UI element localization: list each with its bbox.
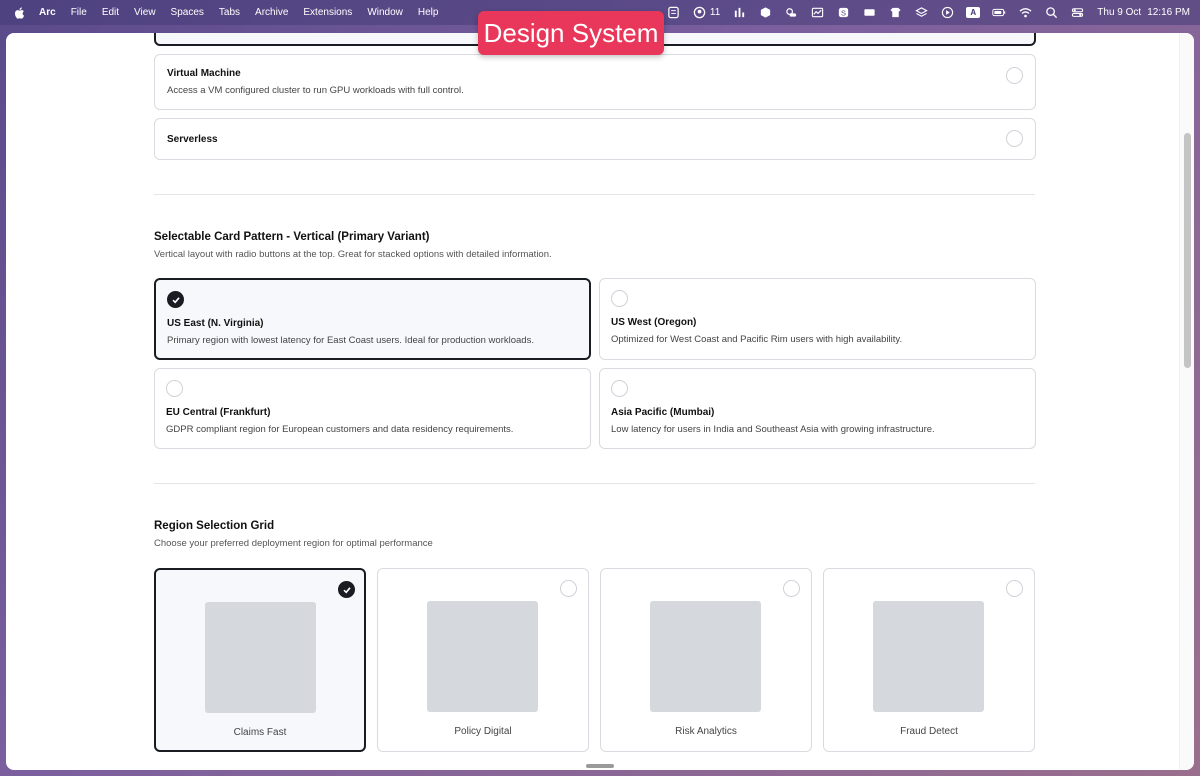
shirt-icon[interactable] <box>888 6 902 20</box>
card-title: Asia Pacific (Mumbai) <box>611 407 715 418</box>
image-placeholder <box>427 601 538 712</box>
radio-button-checked[interactable] <box>167 291 184 308</box>
activity-monitor-icon[interactable] <box>810 6 824 20</box>
radio-button[interactable] <box>783 580 800 597</box>
browser-window: Virtual Machine Access a VM configured c… <box>6 33 1194 770</box>
card-title: US East (N. Virginia) <box>167 318 264 329</box>
play-icon[interactable] <box>940 6 954 20</box>
search-icon[interactable] <box>1044 6 1058 20</box>
grid-card-label: Risk Analytics <box>675 726 737 737</box>
menu-file[interactable]: File <box>71 7 87 18</box>
radio-button[interactable] <box>560 580 577 597</box>
apple-icon[interactable] <box>13 6 27 20</box>
cube-icon[interactable] <box>758 6 772 20</box>
card-title: Virtual Machine <box>167 68 241 79</box>
keyboard-icon[interactable] <box>862 6 876 20</box>
section-description: Choose your preferred deployment region … <box>154 538 433 549</box>
menu-view[interactable]: View <box>134 7 156 18</box>
card-description: GDPR compliant region for European custo… <box>166 424 514 435</box>
grid-card-claims-fast[interactable]: Claims Fast <box>154 568 366 752</box>
menu-window[interactable]: Window <box>367 7 403 18</box>
section-divider <box>154 194 1035 195</box>
section-description: Vertical layout with radio buttons at th… <box>154 249 552 260</box>
card-description: Primary region with lowest latency for E… <box>167 335 534 346</box>
input-source-icon[interactable]: A <box>966 6 981 20</box>
grid-card-policy-digital[interactable]: Policy Digital <box>377 568 589 752</box>
region-card-asia-pacific[interactable]: Asia Pacific (Mumbai) Low latency for us… <box>599 368 1036 449</box>
region-card-us-east[interactable]: US East (N. Virginia) Primary region wit… <box>154 278 591 360</box>
wifi-icon[interactable] <box>1018 6 1032 20</box>
menu-clock[interactable]: Thu 9 Oct 12:16 PM <box>1097 7 1190 18</box>
scrollbar-thumb[interactable] <box>1184 133 1191 368</box>
deployment-card-virtual-machine[interactable]: Virtual Machine Access a VM configured c… <box>154 54 1036 110</box>
layers-icon[interactable] <box>914 6 928 20</box>
clock-time: 12:16 PM <box>1147 7 1190 18</box>
section-divider <box>154 483 1035 484</box>
image-placeholder <box>650 601 761 712</box>
scrollbar[interactable] <box>1179 33 1194 770</box>
menu-spaces[interactable]: Spaces <box>171 7 204 18</box>
clock-date: Thu 9 Oct <box>1097 7 1142 18</box>
scrivener-icon[interactable]: S <box>836 6 850 20</box>
card-description: Optimized for West Coast and Pacific Rim… <box>611 334 903 345</box>
grid-card-label: Fraud Detect <box>900 726 958 737</box>
radio-button-checked[interactable] <box>338 581 355 598</box>
radio-button[interactable] <box>1006 130 1023 147</box>
card-description: Access a VM configured cluster to run GP… <box>167 85 464 96</box>
design-system-badge: Design System <box>478 11 664 55</box>
menu-extensions[interactable]: Extensions <box>303 7 352 18</box>
menu-edit[interactable]: Edit <box>102 7 119 18</box>
battery-icon[interactable] <box>992 6 1006 20</box>
grid-card-label: Policy Digital <box>454 726 512 737</box>
github-icon[interactable] <box>693 6 707 20</box>
region-card-us-west[interactable]: US West (Oregon) Optimized for West Coas… <box>599 278 1036 360</box>
bar-chart-icon[interactable] <box>732 6 746 20</box>
menu-help[interactable]: Help <box>418 7 439 18</box>
menu-app-arc[interactable]: Arc <box>39 7 56 18</box>
radio-button[interactable] <box>611 290 628 307</box>
weather-icon[interactable] <box>784 6 798 20</box>
menu-archive[interactable]: Archive <box>255 7 288 18</box>
window-resize-handle[interactable] <box>586 764 614 768</box>
menu-tabs[interactable]: Tabs <box>219 7 240 18</box>
radio-button[interactable] <box>1006 580 1023 597</box>
github-count: 11 <box>709 7 721 18</box>
notes-icon[interactable] <box>667 6 681 20</box>
svg-text:S: S <box>841 8 846 17</box>
radio-button[interactable] <box>611 380 628 397</box>
deployment-card-serverless[interactable]: Serverless <box>154 118 1036 160</box>
control-center-icon[interactable] <box>1070 6 1084 20</box>
checkmark-icon <box>171 296 180 303</box>
checkmark-icon <box>342 586 351 593</box>
radio-button[interactable] <box>1006 67 1023 84</box>
grid-card-risk-analytics[interactable]: Risk Analytics <box>600 568 812 752</box>
image-placeholder <box>873 601 984 712</box>
image-placeholder <box>205 602 316 713</box>
section-title: Selectable Card Pattern - Vertical (Prim… <box>154 231 430 243</box>
grid-card-fraud-detect[interactable]: Fraud Detect <box>823 568 1035 752</box>
card-title: US West (Oregon) <box>611 317 697 328</box>
card-title: EU Central (Frankfurt) <box>166 407 271 418</box>
card-description: Low latency for users in India and South… <box>611 424 935 435</box>
region-card-eu-central[interactable]: EU Central (Frankfurt) GDPR compliant re… <box>154 368 591 449</box>
section-title: Region Selection Grid <box>154 520 275 532</box>
radio-button[interactable] <box>166 380 183 397</box>
card-title: Serverless <box>167 134 218 145</box>
grid-card-label: Claims Fast <box>233 727 287 738</box>
